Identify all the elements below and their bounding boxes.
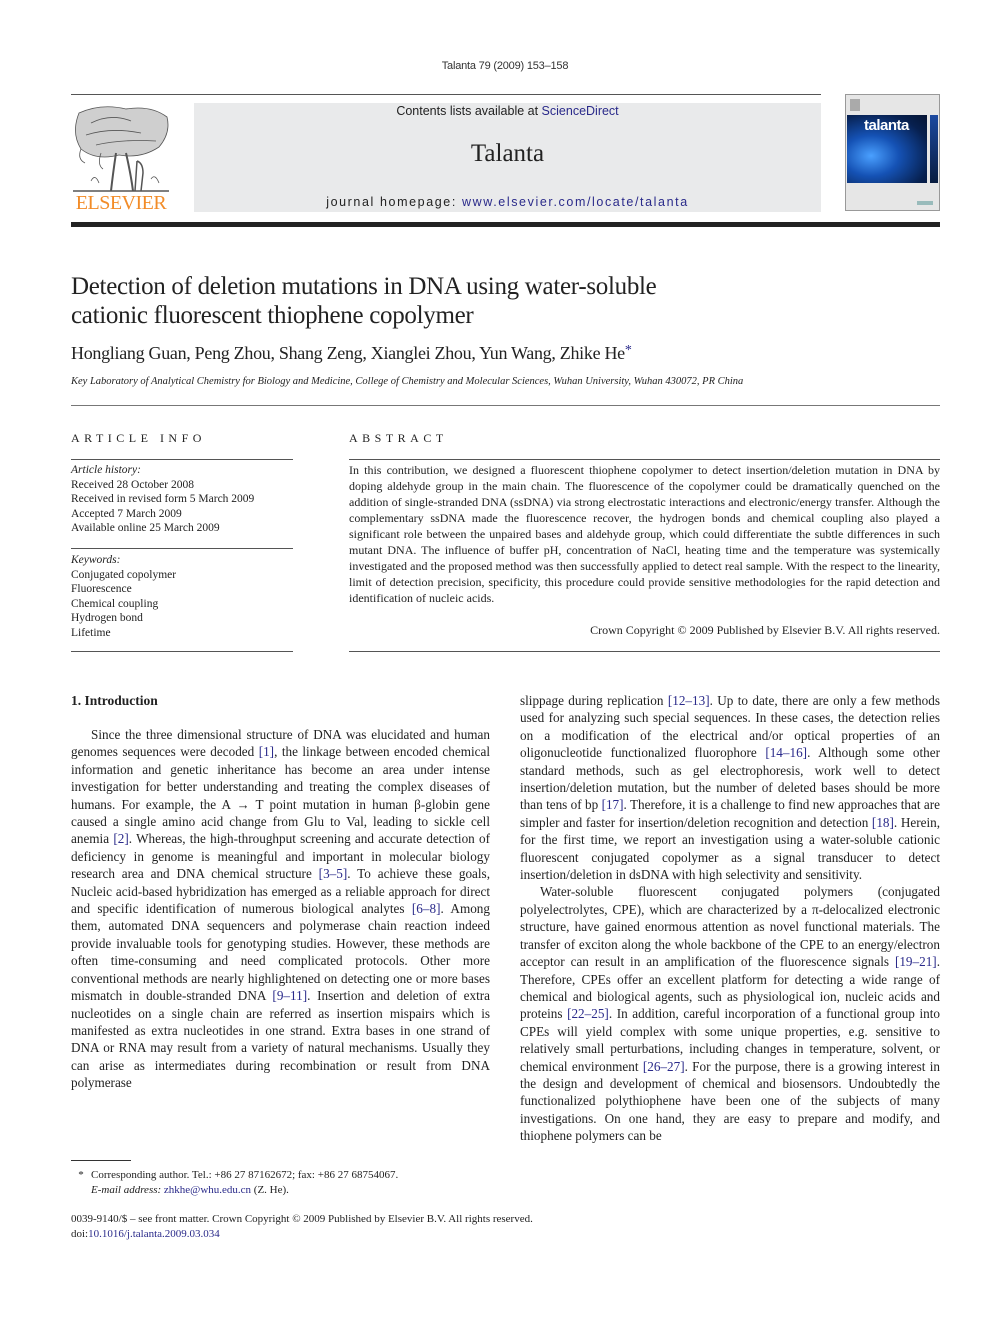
keyword-item: Lifetime — [71, 626, 111, 639]
footnote-text: Corresponding author. Tel.: +86 27 87162… — [91, 1169, 399, 1181]
keywords: Keywords: Conjugated copolymer Fluoresce… — [71, 553, 176, 640]
article-info-heading: ARTICLE INFO — [71, 431, 206, 445]
divider — [349, 651, 940, 652]
history-revised: Received in revised form 5 March 2009 — [71, 493, 255, 505]
homepage-prefix: journal homepage: — [326, 195, 463, 209]
journal-homepage-line: journal homepage: www.elsevier.com/locat… — [194, 195, 821, 209]
author-list: Hongliang Guan, Peng Zhou, Shang Zeng, X… — [71, 343, 632, 364]
citation-link[interactable]: [2] — [113, 831, 128, 846]
journal-title: Talanta — [470, 140, 545, 167]
running-head: Talanta 79 (2009) 153–158 — [441, 60, 569, 72]
corresponding-author-mark[interactable]: * — [625, 343, 632, 358]
abstract-copyright: Crown Copyright © 2009 Published by Else… — [590, 623, 940, 637]
doi-prefix: doi: — [71, 1228, 89, 1240]
citation-link[interactable]: [9–11] — [272, 988, 307, 1003]
sciencedirect-link[interactable]: ScienceDirect — [542, 104, 619, 118]
citation-link[interactable]: [6–8] — [412, 901, 441, 916]
divider — [349, 459, 940, 460]
citation-link[interactable]: [22–25] — [567, 1006, 609, 1021]
citation-link[interactable]: [14–16] — [765, 745, 807, 760]
affiliation: Key Laboratory of Analytical Chemistry f… — [71, 376, 744, 387]
paragraph: slippage during replication [12–13]. Up … — [520, 693, 940, 883]
keyword-item: Conjugated copolymer — [71, 568, 177, 581]
keyword-item: Hydrogen bond — [71, 612, 143, 624]
divider — [71, 405, 940, 406]
journal-cover-image[interactable]: talanta — [845, 94, 940, 211]
history-accepted: Accepted 7 March 2009 — [71, 507, 182, 520]
history-online: Available online 25 March 2009 — [71, 522, 220, 534]
authors-text: Hongliang Guan, Peng Zhou, Shang Zeng, X… — [71, 343, 625, 363]
section-heading-introduction: 1. Introduction — [71, 693, 158, 708]
paragraph: Since the three dimensional structure of… — [71, 727, 491, 1091]
article-title: Detection of deletion mutations in DNA u… — [71, 272, 851, 330]
article-title-line-1: Detection of deletion mutations in DNA u… — [71, 273, 657, 300]
cover-title: talanta — [864, 117, 909, 134]
publication-meta: 0039-9140/$ – see front matter. Crown Co… — [71, 1212, 533, 1242]
footnote-mark: * — [78, 1169, 84, 1181]
citation-link[interactable]: [3–5] — [319, 866, 348, 881]
divider — [71, 651, 293, 652]
email-suffix: (Z. He). — [251, 1183, 289, 1196]
cover-footer-logo-icon — [917, 201, 933, 205]
doi-link[interactable]: 10.1016/j.talanta.2009.03.034 — [88, 1228, 220, 1240]
keywords-label: Keywords: — [71, 554, 121, 566]
keyword-item: Chemical coupling — [71, 597, 159, 610]
body-column-right: slippage during replication [12–13]. Up … — [520, 692, 940, 1145]
article-history-label: Article history: — [71, 464, 141, 476]
footnote: * Corresponding author. Tel.: +86 27 8716… — [71, 1168, 398, 1197]
citation-link[interactable]: [19–21] — [895, 954, 937, 969]
history-received: Received 28 October 2008 — [71, 478, 194, 491]
body-column-left: Since the three dimensional structure of… — [71, 726, 490, 1092]
journal-homepage-link[interactable]: www.elsevier.com/locate/talanta — [462, 195, 689, 209]
header-divider — [71, 222, 940, 227]
footnote-divider — [71, 1160, 131, 1161]
paragraph: Water-soluble fluorescent conjugated pol… — [520, 884, 940, 1144]
author-email-link[interactable]: zhkhe@whu.edu.cn — [164, 1184, 251, 1196]
divider — [71, 459, 293, 460]
citation-link[interactable]: [17] — [602, 797, 624, 812]
email-label: E-mail address: — [91, 1183, 162, 1196]
article-history: Article history: Received 28 October 200… — [71, 463, 254, 536]
divider — [71, 548, 293, 549]
citation-link[interactable]: [12–13] — [668, 693, 710, 708]
article-title-line-2: cationic fluorescent thiophene copolymer — [71, 302, 474, 329]
elsevier-wordmark: ELSEVIER — [75, 192, 167, 214]
citation-link[interactable]: [18] — [872, 815, 894, 830]
citation-link[interactable]: [26–27] — [643, 1059, 685, 1074]
cover-artwork-edge — [930, 115, 938, 183]
abstract-text: In this contribution, we designed a fluo… — [349, 463, 940, 605]
issn-line: 0039-9140/$ – see front matter. Crown Co… — [71, 1213, 533, 1225]
citation-link[interactable]: [1] — [259, 744, 274, 759]
abstract-heading: ABSTRACT — [349, 431, 448, 445]
keyword-item: Fluorescence — [71, 583, 132, 595]
contents-prefix: Contents lists available at — [396, 104, 542, 118]
contents-line: Contents lists available at ScienceDirec… — [194, 104, 821, 118]
cover-publisher-badge-icon — [850, 99, 860, 111]
header-rule — [71, 94, 821, 95]
